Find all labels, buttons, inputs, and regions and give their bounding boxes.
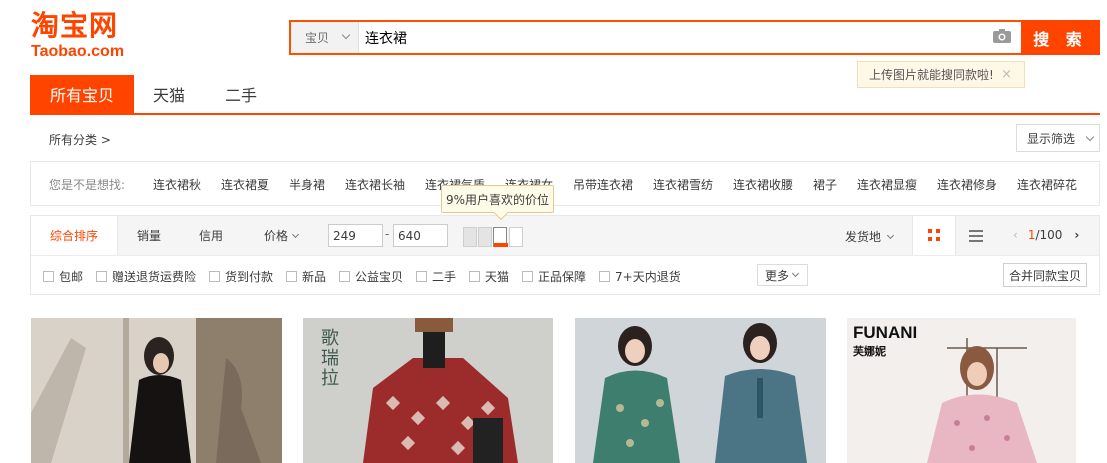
chevron-down-icon (291, 230, 300, 238)
camera-icon[interactable] (993, 29, 1011, 43)
next-page-icon[interactable]: › (1074, 228, 1079, 242)
all-categories-link[interactable]: 所有分类 > (49, 131, 111, 148)
merge-same-items-button[interactable]: 合并同款宝贝 (1003, 263, 1087, 287)
taobao-logo[interactable]: 淘宝网 (31, 10, 118, 42)
filter-checkbox-genuine[interactable]: 正品保障 (522, 268, 586, 285)
suggestion-item[interactable]: 半身裙 (289, 176, 325, 193)
suggestion-item[interactable]: 连衣裙雪纺 (653, 176, 713, 193)
product-photo (575, 318, 826, 463)
product-image[interactable] (575, 318, 826, 463)
suggestion-item[interactable]: 裙子 (813, 176, 837, 193)
checkbox[interactable] (209, 271, 220, 282)
checkbox[interactable] (522, 271, 533, 282)
sort-price-label: 价格 (263, 229, 288, 243)
search-input[interactable] (360, 22, 985, 53)
checkbox[interactable] (96, 271, 107, 282)
price-range-bar[interactable] (463, 227, 477, 247)
filter-checkbox-free-shipping[interactable]: 包邮 (43, 268, 83, 285)
filter-checkbox-7day-return[interactable]: 7+天内退货 (599, 268, 681, 285)
suggestion-item[interactable]: 吊带连衣裙 (573, 176, 633, 193)
filter-checkbox-cod[interactable]: 货到付款 (209, 268, 273, 285)
tab-tmall[interactable]: 天猫 (134, 75, 204, 113)
tab-all-items[interactable]: 所有宝贝 (30, 75, 134, 113)
suggestion-label: 您是不是想找: (49, 178, 126, 192)
checkbox-label: 7+天内退货 (615, 270, 681, 284)
list-view-button[interactable] (957, 216, 997, 255)
checkbox-label: 赠送退货运费险 (112, 270, 197, 284)
chevron-down-icon (791, 269, 800, 278)
show-filters-label: 显示筛选 (1027, 131, 1076, 146)
grid-view-button[interactable] (912, 216, 956, 255)
checkbox[interactable] (286, 271, 297, 282)
filter-checkbox-charity[interactable]: 公益宝贝 (339, 268, 403, 285)
product-image[interactable] (31, 318, 282, 463)
sort-price[interactable]: 价格 (250, 216, 312, 255)
suggestion-item[interactable]: 连衣裙夏 (221, 176, 269, 193)
tab-second-hand[interactable]: 二手 (206, 75, 276, 113)
checkbox[interactable] (339, 271, 350, 282)
suggestion-item[interactable]: 连衣裙收腰 (733, 176, 793, 193)
price-range-bar[interactable] (478, 227, 492, 247)
more-filters-button[interactable]: 更多 (757, 264, 808, 286)
page-total: /100 (1035, 228, 1063, 242)
sort-default[interactable]: 综合排序 (31, 216, 118, 255)
filter-checkbox-second-hand[interactable]: 二手 (416, 268, 456, 285)
checkbox-label: 包邮 (59, 270, 84, 284)
ship-from-label: 发货地 (845, 230, 882, 244)
sort-sales[interactable]: 销量 (118, 216, 180, 255)
sort-credit[interactable]: 信用 (180, 216, 242, 255)
show-filters-button[interactable]: 显示筛选 (1016, 124, 1100, 152)
more-filters-label: 更多 (765, 268, 790, 283)
prev-page-icon[interactable]: ‹ (1013, 228, 1018, 242)
price-dash: - (385, 227, 390, 241)
filter-checkbox-return-insurance[interactable]: 赠送退货运费险 (96, 268, 196, 285)
checkbox[interactable] (43, 271, 54, 282)
suggestion-item[interactable]: 连衣裙碎花 (1017, 176, 1077, 193)
checkbox[interactable] (416, 271, 427, 282)
checkbox-label: 天猫 (485, 270, 510, 284)
checkbox-label: 货到付款 (225, 270, 274, 284)
suggestion-item[interactable]: 连衣裙显瘦 (857, 176, 917, 193)
suggestion-item[interactable]: 连衣裙修身 (937, 176, 997, 193)
suggestion-item[interactable]: 连衣裙秋 (153, 176, 201, 193)
search-type-label: 宝贝 (305, 31, 330, 45)
chevron-down-icon (886, 231, 894, 240)
filter-checkbox-new[interactable]: 新品 (286, 268, 326, 285)
product-brand-text: FUNANI (853, 323, 918, 342)
filter-checkbox-tmall[interactable]: 天猫 (469, 268, 509, 285)
ship-from-select[interactable]: 发货地 (845, 228, 894, 245)
price-max-input[interactable] (393, 224, 448, 247)
checkbox-label: 公益宝贝 (355, 270, 404, 284)
checkbox[interactable] (599, 271, 610, 282)
chevron-down-icon (1085, 132, 1095, 142)
product-brand-sub: 芙娜妮 (853, 345, 886, 358)
product-brand-text: 歌瑞拉 (318, 328, 339, 388)
price-tooltip: 9%用户喜欢的价位 (441, 185, 554, 213)
checkbox-label: 正品保障 (538, 270, 587, 284)
product-image[interactable]: 歌瑞拉 (303, 318, 553, 463)
grid-view-icon (928, 229, 940, 241)
product-image[interactable]: FUNANI 芙娜妮 (847, 318, 1076, 463)
checkbox-label: 二手 (432, 270, 457, 284)
search-button[interactable]: 搜 索 (1021, 20, 1100, 55)
taobao-logo-en[interactable]: Taobao.com (31, 43, 124, 61)
checkbox-label: 新品 (302, 270, 327, 284)
pager: ‹ 1/100 › (1013, 228, 1079, 242)
product-photo (31, 318, 282, 463)
price-min-input[interactable] (328, 224, 383, 247)
search-type-select[interactable]: 宝贝 (291, 22, 359, 53)
price-range-indicator (494, 243, 508, 247)
chevron-down-icon (341, 30, 351, 40)
suggestion-item[interactable]: 连衣裙长袖 (345, 176, 405, 193)
checkbox[interactable] (469, 271, 480, 282)
price-range-bar[interactable] (509, 227, 523, 247)
list-view-icon (969, 230, 983, 242)
